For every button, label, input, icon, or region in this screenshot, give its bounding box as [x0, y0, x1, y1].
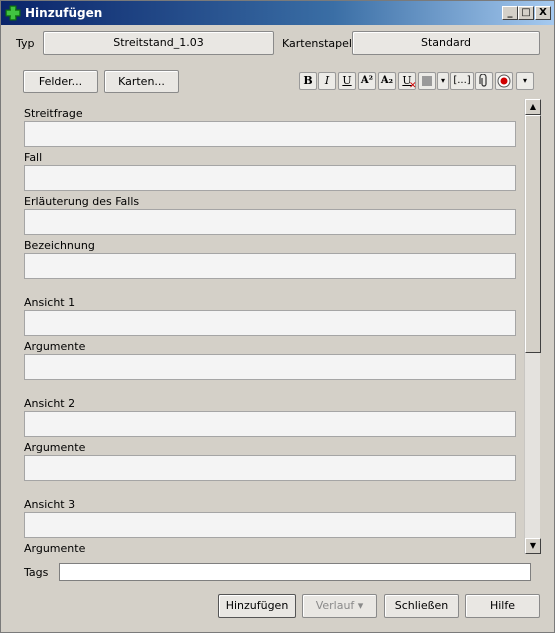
field-ansicht-3-input[interactable] [24, 512, 516, 538]
deck-label: Kartenstapel [282, 37, 352, 50]
fields-scrollbar[interactable]: ▲ ▼ [524, 99, 541, 554]
field-label-bezeichnung: Bezeichnung [24, 239, 95, 252]
color-swatch-icon [422, 76, 432, 86]
field-label-erlaeuterung: Erläuterung des Falls [24, 195, 140, 208]
window-title: Hinzufügen [25, 6, 103, 20]
maximize-button[interactable]: □ [518, 6, 534, 20]
type-label: Typ [16, 37, 35, 50]
field-bezeichnung-input[interactable] [24, 253, 516, 279]
underline-button[interactable]: U [338, 72, 356, 90]
field-label-streitfrage: Streitfrage [24, 107, 83, 120]
field-label-fall: Fall [24, 151, 43, 164]
tags-label: Tags [24, 566, 49, 579]
more-options-button[interactable]: ▾ [516, 72, 534, 90]
add-card-window: Hinzufügen _ □ X Typ Streitstand_1.03 Ka… [0, 0, 555, 633]
color-dropdown-button[interactable]: ▾ [437, 72, 449, 90]
scrollbar-thumb[interactable] [525, 115, 541, 353]
attach-button[interactable] [475, 72, 493, 90]
field-ansicht-2-input[interactable] [24, 411, 516, 437]
history-button[interactable]: Verlauf ▾ [302, 594, 377, 618]
cloze-button[interactable]: [...] [450, 72, 474, 90]
field-label-argumente-2: Argumente [24, 441, 86, 454]
record-button[interactable] [495, 72, 513, 90]
deck-select-button[interactable]: Standard [352, 31, 540, 55]
cards-button[interactable]: Karten... [104, 70, 179, 93]
title-bar[interactable]: Hinzufügen _ □ X [1, 1, 554, 25]
paperclip-icon [479, 73, 487, 87]
scroll-down-icon[interactable]: ▼ [525, 538, 541, 554]
text-color-button[interactable] [418, 72, 436, 90]
field-label-ansicht-3: Ansicht 3 [24, 498, 76, 511]
bold-button[interactable]: B [299, 72, 317, 90]
close-button[interactable]: X [535, 6, 551, 20]
field-fall-input[interactable] [24, 165, 516, 191]
field-argumente-2-input[interactable] [24, 455, 516, 481]
field-label-ansicht-1: Ansicht 1 [24, 296, 76, 309]
field-streitfrage-input[interactable] [24, 121, 516, 147]
clear-format-button[interactable]: U ✕ [398, 72, 417, 91]
add-button[interactable]: Hinzufügen [218, 594, 296, 618]
field-ansicht-1-input[interactable] [24, 310, 516, 336]
tags-input[interactable] [59, 563, 531, 581]
field-label-argumente-3: Argumente [24, 542, 86, 555]
add-plus-icon [5, 5, 21, 21]
field-label-argumente-1: Argumente [24, 340, 86, 353]
minimize-button[interactable]: _ [502, 6, 518, 20]
type-select-button[interactable]: Streitstand_1.03 [43, 31, 274, 55]
fields-button[interactable]: Felder... [23, 70, 98, 93]
help-button[interactable]: Hilfe [465, 594, 540, 618]
superscript-button[interactable]: A² [358, 72, 376, 90]
subscript-button[interactable]: A₂ [378, 72, 396, 90]
field-erlaeuterung-input[interactable] [24, 209, 516, 235]
field-argumente-1-input[interactable] [24, 354, 516, 380]
clear-x-icon: ✕ [409, 81, 417, 91]
record-icon [497, 74, 511, 88]
scroll-up-icon[interactable]: ▲ [525, 99, 541, 115]
italic-button[interactable]: I [318, 72, 336, 90]
close-dialog-button[interactable]: Schließen [384, 594, 459, 618]
field-label-ansicht-2: Ansicht 2 [24, 397, 76, 410]
